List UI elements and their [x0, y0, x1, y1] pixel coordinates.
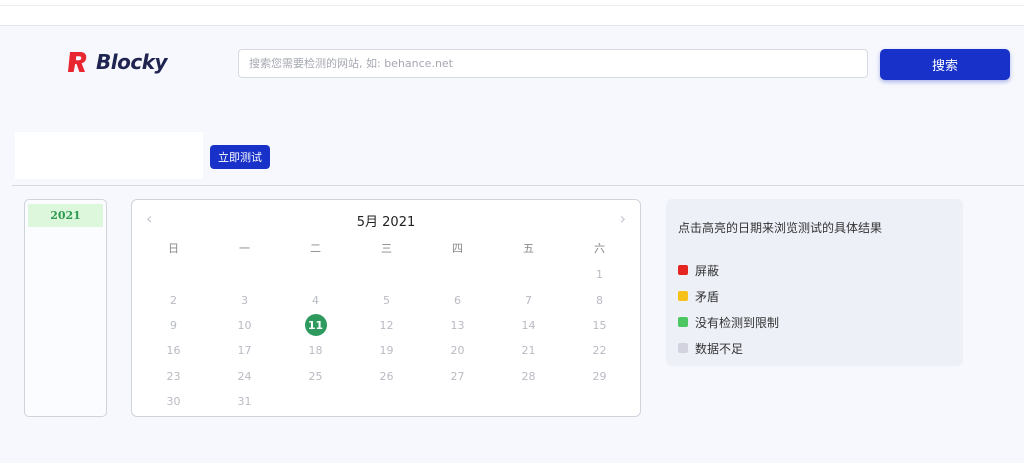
- weekday-label: 三: [381, 242, 392, 255]
- calendar-day: [493, 262, 564, 287]
- legend-swatch-icon: [678, 265, 688, 275]
- calendar-day: 17: [237, 344, 252, 358]
- calendar-week: 9 10 11 12 13 14 15: [138, 313, 635, 338]
- legend-item-blocked: 屏蔽: [678, 257, 779, 283]
- calendar-day: 20: [450, 344, 465, 358]
- calendar-day: 2: [170, 293, 177, 307]
- brand-logo[interactable]: Blocky: [66, 48, 168, 76]
- calendar-day: 16: [166, 344, 181, 358]
- weekday-label: 日: [168, 242, 179, 255]
- highlighted-day-label[interactable]: 11: [304, 314, 327, 337]
- calendar-day: 3: [241, 293, 248, 307]
- calendar-week: 16 17 18 19 20 21 22: [138, 338, 635, 363]
- legend-label: 数据不足: [695, 341, 744, 356]
- calendar-day: [280, 389, 351, 414]
- weekday-label: 二: [310, 242, 321, 255]
- legend-label: 没有检测到限制: [695, 315, 780, 330]
- calendar-week: 23 24 25 26 27 28 29: [138, 364, 635, 389]
- calendar-day: [209, 262, 280, 287]
- calendar-day: 25: [308, 369, 323, 383]
- legend-swatch-icon: [678, 317, 688, 327]
- top-divider: [0, 5, 1024, 6]
- legend-item-conflict: 矛盾: [678, 283, 779, 309]
- calendar-day: 8: [596, 293, 603, 307]
- calendar-day: [493, 389, 564, 414]
- search-input[interactable]: [238, 49, 868, 78]
- legend-swatch-icon: [678, 343, 688, 353]
- calendar-day: [351, 389, 422, 414]
- calendar-day: 4: [312, 293, 319, 307]
- weekday-label: 一: [239, 242, 250, 255]
- calendar: ‹ 5月 2021 › 日 一 二 三 四 五 六 1 2 3 4 5 6 7 …: [131, 199, 641, 417]
- calendar-day: [422, 262, 493, 287]
- test-now-button[interactable]: 立即测试: [210, 145, 270, 169]
- calendar-day: 10: [237, 318, 252, 332]
- calendar-day-highlighted[interactable]: 11: [280, 313, 351, 338]
- calendar-day: 13: [450, 318, 465, 332]
- calendar-day: 6: [454, 293, 461, 307]
- legend-label: 屏蔽: [695, 263, 720, 278]
- calendar-day: 27: [450, 369, 465, 383]
- calendar-week: 30 31: [138, 389, 635, 414]
- calendar-day: 29: [592, 369, 607, 383]
- calendar-day: 15: [592, 318, 607, 332]
- legend-item-insufficient-data: 数据不足: [678, 335, 779, 361]
- calendar-day: 14: [521, 318, 536, 332]
- section-divider: [12, 185, 1024, 186]
- blocky-logo-icon: [66, 50, 90, 74]
- weekday-label: 六: [594, 242, 605, 255]
- calendar-day: [351, 262, 422, 287]
- legend-panel: 点击高亮的日期来浏览测试的具体结果 屏蔽 矛盾 没有检测到限制 数据不足: [666, 199, 963, 366]
- year-item-2021[interactable]: 2021: [28, 204, 103, 227]
- calendar-day: 28: [521, 369, 536, 383]
- calendar-day: [564, 389, 635, 414]
- calendar-day: 19: [379, 344, 394, 358]
- calendar-day: 24: [237, 369, 252, 383]
- chevron-right-icon[interactable]: ›: [620, 209, 626, 229]
- calendar-days: 1 2 3 4 5 6 7 8 9 10 11 12 13 14 15 16 1…: [138, 262, 635, 414]
- legend-label: 矛盾: [695, 289, 720, 304]
- search-button[interactable]: 搜索: [880, 49, 1010, 80]
- calendar-day: 21: [521, 344, 536, 358]
- calendar-day: 26: [379, 369, 394, 383]
- calendar-day: 30: [166, 395, 181, 409]
- weekday-header: 日 一 二 三 四 五 六: [138, 240, 635, 256]
- year-list: 2021: [24, 199, 107, 417]
- weekday-label: 四: [452, 242, 463, 255]
- calendar-day: [138, 262, 209, 287]
- brand-name: Blocky: [96, 50, 168, 74]
- calendar-day: 18: [308, 344, 323, 358]
- calendar-day: 9: [170, 318, 177, 332]
- calendar-day: 5: [383, 293, 390, 307]
- legend-item-no-restriction: 没有检测到限制: [678, 309, 779, 335]
- legend-title: 点击高亮的日期来浏览测试的具体结果: [678, 221, 883, 235]
- calendar-day: [422, 389, 493, 414]
- browser-top-bar: [0, 0, 1024, 26]
- calendar-title: 5月 2021: [356, 215, 416, 230]
- test-input-area[interactable]: [15, 132, 203, 179]
- legend-list: 屏蔽 矛盾 没有检测到限制 数据不足: [678, 257, 779, 361]
- legend-swatch-icon: [678, 291, 688, 301]
- calendar-day: 12: [379, 318, 394, 332]
- calendar-week: 2 3 4 5 6 7 8: [138, 287, 635, 312]
- calendar-week: 1: [138, 262, 635, 287]
- calendar-day: 1: [596, 268, 603, 282]
- calendar-day: 23: [166, 369, 181, 383]
- calendar-day: 22: [592, 344, 607, 358]
- calendar-day: [280, 262, 351, 287]
- calendar-day: 31: [237, 395, 252, 409]
- calendar-day: 7: [525, 293, 532, 307]
- weekday-label: 五: [523, 242, 534, 255]
